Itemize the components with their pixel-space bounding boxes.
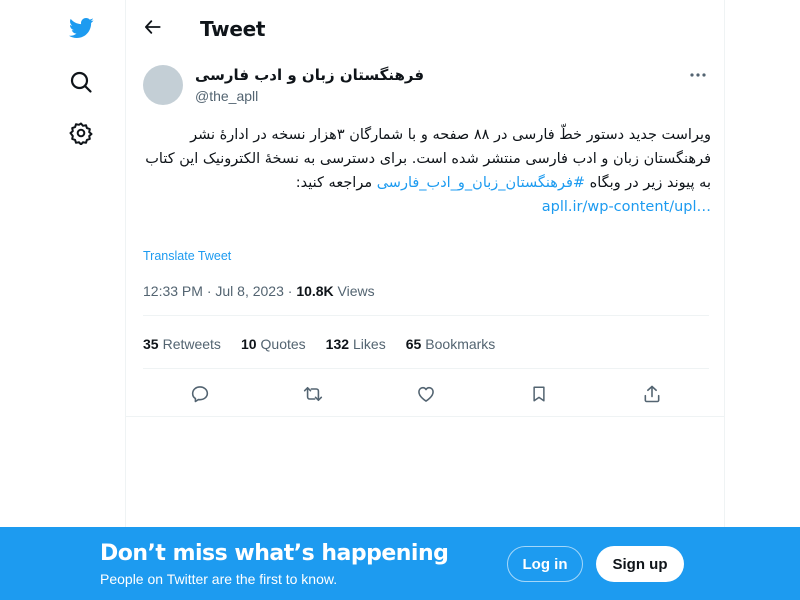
banner-subtitle: People on Twitter are the first to know. <box>100 571 338 587</box>
tweet-stats: 35 Retweets 10 Quotes 132 Likes 65 Bookmarks <box>143 336 515 352</box>
retweets-label: Retweets <box>162 336 221 352</box>
tweet-actions <box>126 373 725 413</box>
reply-icon <box>191 386 209 403</box>
nav-settings[interactable] <box>56 108 106 158</box>
retweets-stat[interactable]: 35 Retweets <box>143 336 221 352</box>
likes-stat[interactable]: 132 Likes <box>326 336 386 352</box>
main-column: Tweet فرهنگستان زبان و ادب فارسی @the_ap… <box>125 0 725 600</box>
divider <box>143 368 709 369</box>
author-handle[interactable]: @the_apll <box>195 88 258 104</box>
quotes-stat[interactable]: 10 Quotes <box>241 336 306 352</box>
like-button[interactable] <box>409 377 443 411</box>
tweet-meta: 12:33 PM · Jul 8, 2023 · 10.8K Views <box>143 283 375 299</box>
quotes-label: Quotes <box>260 336 306 352</box>
login-button[interactable]: Log in <box>507 546 583 582</box>
page-title: Tweet <box>200 17 266 41</box>
tweet-text-tail: مراجعه کنید: <box>295 175 377 191</box>
likes-label: Likes <box>353 336 386 352</box>
more-options-button[interactable] <box>684 65 712 85</box>
gear-icon <box>69 122 93 145</box>
nav-explore[interactable] <box>56 57 106 107</box>
more-horizontal-icon <box>690 73 706 77</box>
tweet-detail: فرهنگستان زبان و ادب فارسی @the_apll ویر… <box>126 55 725 417</box>
views-count: 10.8K <box>296 283 334 299</box>
signup-banner: Don’t miss what’s happening People on Tw… <box>0 527 800 600</box>
retweet-icon <box>303 386 323 402</box>
signup-button[interactable]: Sign up <box>596 546 684 582</box>
bookmark-icon <box>533 386 545 402</box>
tweet-text: ویراست جدید دستور خطّ فارسی در ۸۸ صفحه و… <box>143 123 711 219</box>
avatar[interactable] <box>143 65 183 105</box>
share-icon <box>644 385 660 403</box>
tweet-url-link[interactable]: apll.ir/wp-content/upl… <box>542 199 711 215</box>
timestamp[interactable]: 12:33 PM · Jul 8, 2023 · <box>143 283 296 299</box>
likes-count: 132 <box>325 336 350 352</box>
hashtag-link[interactable]: #فرهنگستان_زبان_و_ادب_فارسی <box>377 175 585 191</box>
banner-title: Don’t miss what’s happening <box>100 541 449 566</box>
twitter-bird-icon <box>69 17 94 38</box>
heart-icon <box>418 386 434 402</box>
back-button[interactable] <box>136 10 170 44</box>
twitter-logo-link[interactable] <box>56 3 106 53</box>
quotes-count: 10 <box>240 336 257 352</box>
left-nav <box>0 0 125 600</box>
bookmarks-count: 65 <box>405 336 422 352</box>
author-name[interactable]: فرهنگستان زبان و ادب فارسی <box>195 66 424 84</box>
bookmarks-label: Bookmarks <box>425 336 496 352</box>
share-button[interactable] <box>635 377 669 411</box>
translate-tweet-link[interactable]: Translate Tweet <box>143 249 231 263</box>
divider <box>143 315 709 316</box>
retweets-count: 35 <box>143 336 159 352</box>
search-icon <box>70 71 92 93</box>
bookmarks-stat[interactable]: 65 Bookmarks <box>406 336 496 352</box>
retweet-button[interactable] <box>296 377 330 411</box>
page-header: Tweet <box>126 0 725 55</box>
views-label: Views <box>333 283 375 299</box>
reply-button[interactable] <box>183 377 217 411</box>
arrow-left-icon <box>145 20 161 34</box>
bookmark-button[interactable] <box>522 377 556 411</box>
